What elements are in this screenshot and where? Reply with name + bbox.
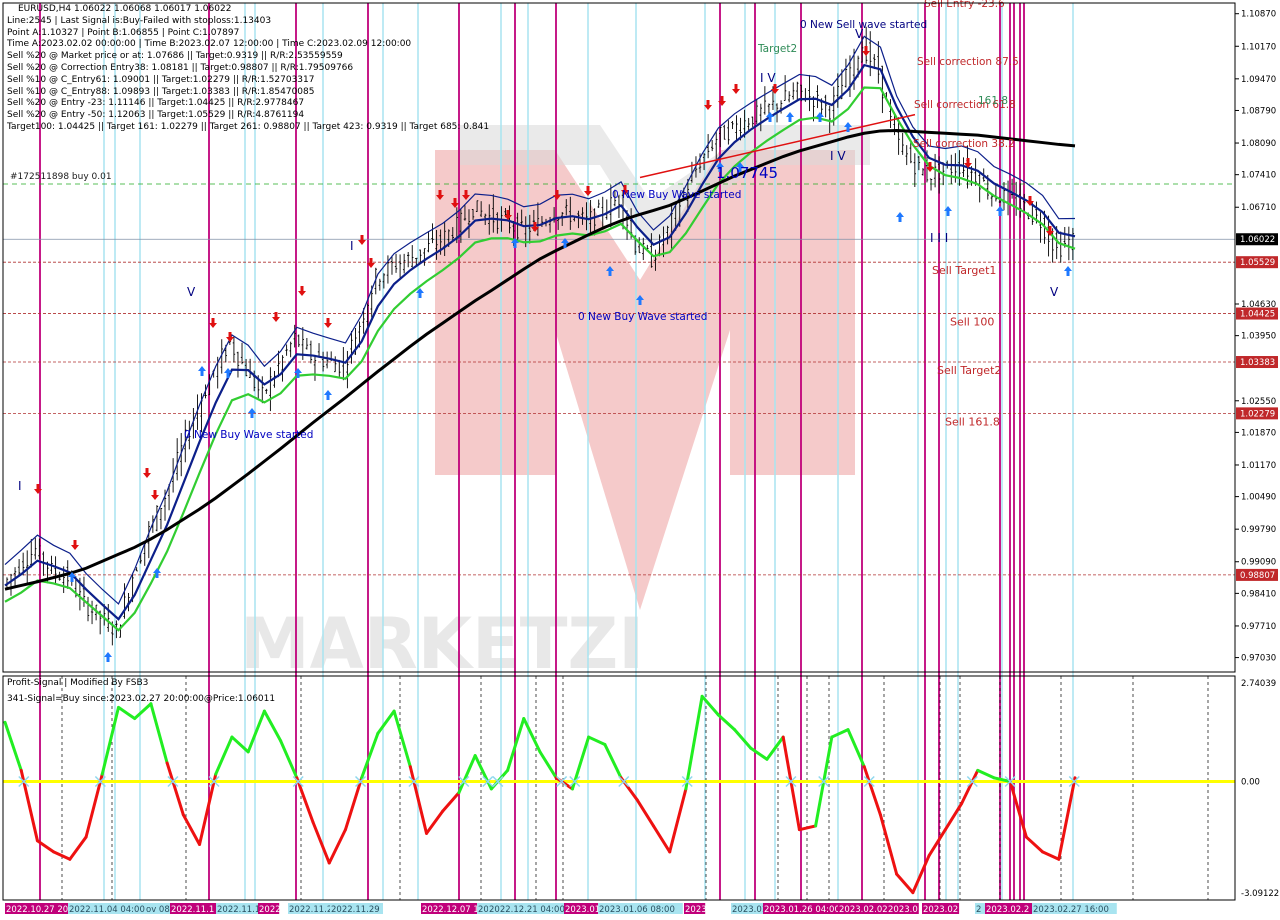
wave-marker: I [350, 239, 354, 253]
price-tick-label: 0.98410 [1241, 589, 1276, 599]
chart-canvas: MARKETZI Sell Target1 Sell 100 Sell Target… [2, 0, 1279, 915]
chart-annotation: 0 New Buy Wave started [612, 189, 741, 201]
info-line: Sell %20 @ Entry -23: 1.11146 || Target:… [7, 98, 305, 109]
price-tick-label: 1.01170 [1241, 461, 1276, 471]
info-line: Sell %20 @ Entry -50: 1.12063 || Target:… [7, 110, 305, 121]
symbol-line: EURUSD,H4 1.06022 1.06068 1.06017 1.0602… [18, 4, 232, 14]
time-tick-label: 2023.02.27 16:00 [1033, 905, 1109, 915]
osc-tick-label: -3.09122 [1241, 889, 1279, 899]
indicator-title: Profit-Signal | Modified By FSB3 [7, 678, 149, 688]
info-lines: Line:2545 | Last Signal is:Buy-Failed wi… [7, 16, 489, 134]
info-line: Target100: 1.04425 || Target 161: 1.0227… [7, 121, 490, 132]
order-label: #172511898 buy 0.01 [10, 172, 112, 182]
chart-annotation: 0 New Buy Wave started [184, 429, 313, 441]
level-label: Sell 161.8 [945, 415, 1000, 428]
time-tick-label: 2022.11.04 04:00 [69, 905, 145, 915]
level-label: Sell Target1 [932, 264, 996, 277]
info-line: Sell %10 @ C_Entry88: 1.09893 || Target:… [7, 86, 315, 97]
info-line: Sell %10 @ C_Entry61: 1.09001 || Target:… [7, 74, 315, 85]
time-tick-label: 2023 [685, 905, 707, 915]
chart-annotation: 0 New Sell wave started [800, 19, 927, 31]
price-tick-label: 0.99090 [1241, 558, 1276, 568]
header-info: EURUSD,H4 1.06022 1.06068 1.06017 1.0602… [7, 4, 489, 134]
chart-annotation: Sell correction 87.5 [917, 56, 1019, 68]
info-line: Time A:2023.02.02 00:00:00 | Time B:2023… [7, 39, 412, 50]
info-line: Point A:1.10327 | Point B:1.06855 | Poin… [7, 27, 240, 38]
price-marker-label: 1.04425 [1240, 310, 1275, 320]
price-marker-label: 1.02279 [1240, 409, 1275, 419]
price-marker-label: 1.05529 [1240, 258, 1275, 268]
price-tick-label: 1.08090 [1241, 139, 1276, 149]
chart-annotation: Target2 [757, 43, 797, 55]
time-tick-label: 2023.01.26 04:00 [764, 905, 840, 915]
price-tick-label: 0.97030 [1241, 654, 1276, 664]
wave-marker: I [18, 479, 22, 493]
price-tick-label: 1.09470 [1241, 75, 1276, 85]
level-label: Sell Target2 [937, 364, 1001, 377]
price-tick-label: 1.10170 [1241, 42, 1276, 52]
time-tick-label: 2 [976, 905, 981, 915]
time-tick-label: 2022.12.21 04:00 [489, 905, 565, 915]
price-tick-label: 1.01870 [1241, 428, 1276, 438]
indicator-signal-text: 341-Signal=Buy since:2023.02.27 20:00:00… [7, 694, 276, 704]
time-tick-label: 2023.02.2 [986, 905, 1029, 915]
wave-marker: I V [830, 149, 846, 163]
info-line: Line:2545 | Last Signal is:Buy-Failed wi… [7, 15, 272, 26]
price-tick-label: 1.07410 [1241, 171, 1276, 181]
chart-annotation: Sell correction 38.2 [913, 138, 1015, 150]
price-tick-label: 1.08790 [1241, 106, 1276, 116]
wave-marker: I V [760, 71, 776, 85]
wave-marker: V [1050, 285, 1059, 299]
price-tick-label: 1.06710 [1241, 203, 1276, 213]
indicator-background [3, 676, 1235, 900]
price-tick-label: 1.00490 [1241, 493, 1276, 503]
price-tick-label: 0.99790 [1241, 525, 1276, 535]
level-label: Sell 100 [950, 316, 994, 329]
price-marker-label: 1.06022 [1240, 235, 1275, 245]
time-tick-label: 2023.02 [923, 905, 958, 915]
chart-annotation: 161.8 [978, 95, 1008, 107]
chart-annotation: 0 New Buy Wave started [578, 311, 707, 323]
time-tick-label: 2022.11.1 [217, 905, 260, 915]
time-axis: 2022.10.27 20:002022.11.04 04:00 ov 08 202… [5, 903, 1117, 915]
price-tick-label: 0.97710 [1241, 622, 1276, 632]
price-tick-label: 1.02550 [1241, 397, 1276, 407]
wave-marker: V [187, 285, 196, 299]
price-tick-label: 1.10870 [1241, 10, 1276, 20]
price-marker-label: 1.03383 [1240, 358, 1275, 368]
time-tick-label: 2022 [259, 905, 281, 915]
price-marker-label: 0.98807 [1240, 571, 1275, 581]
osc-tick-label: 2.74039 [1241, 679, 1276, 689]
wave-marker: I I I [930, 231, 948, 245]
time-tick-label: 2023.0 [888, 905, 918, 915]
osc-tick-label: 0.00 [1241, 778, 1260, 788]
info-line: Sell %20 @ Correction Entry38: 1.08181 |… [7, 62, 354, 73]
watermark-text: MARKETZI [240, 603, 644, 685]
chart-annotation: 1.07745 [716, 164, 778, 182]
time-tick-label: 2023.01.06 08:00 [599, 905, 675, 915]
info-line: Sell %20 @ Market price or at: 1.07686 |… [7, 51, 343, 62]
price-axis: 1.10870 1.10170 1.09470 1.08790 1.08090 1.074… [1235, 10, 1279, 899]
price-tick-label: 1.03950 [1241, 332, 1276, 342]
time-tick-label: 2022.11.29 [331, 905, 380, 915]
wave-marker: V [855, 27, 864, 41]
chart-annotation: Sell Entry -23.6 [924, 0, 1005, 10]
time-tick-label: 2022.11.2 [289, 905, 332, 915]
time-tick-label: ov 08 [146, 905, 170, 915]
time-tick-label: 2022.11.1 [171, 905, 214, 915]
time-tick-label: 2023.02.02 [839, 905, 888, 915]
